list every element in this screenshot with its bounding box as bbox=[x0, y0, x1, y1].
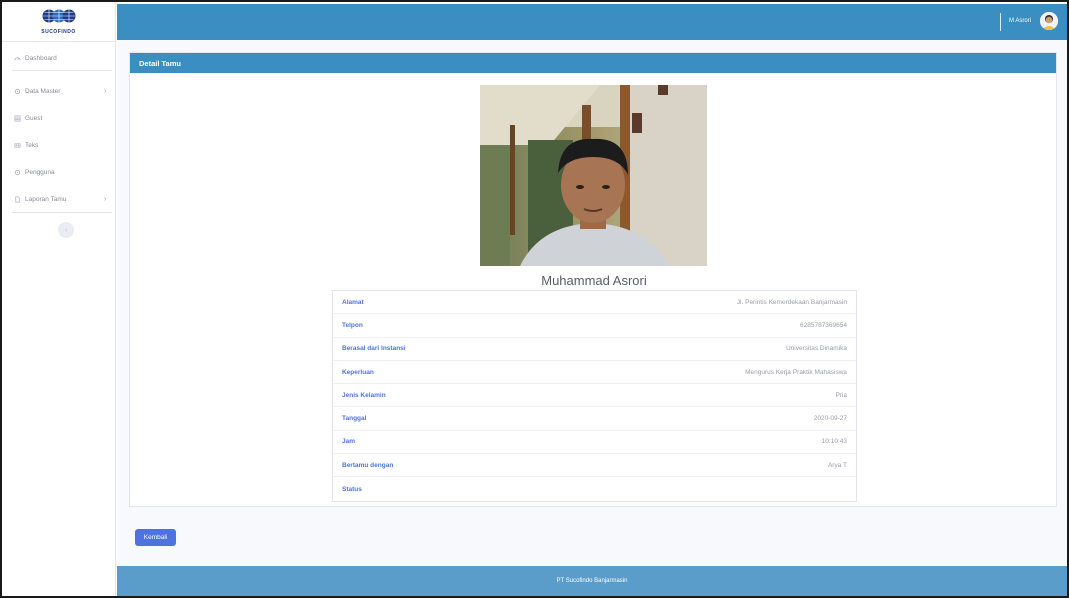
detail-value: 6285787369654 bbox=[800, 321, 847, 329]
footer: PT Sucofindo Banjarmasin bbox=[117, 566, 1067, 596]
sidebar-item-label: Laporan Tamu bbox=[25, 195, 67, 203]
sidebar-item-label: Data Master bbox=[25, 87, 61, 95]
gauge-icon bbox=[14, 56, 21, 60]
table-row: Jenis Kelamin Pria bbox=[333, 384, 856, 408]
sidebar-item-teks[interactable]: Teks bbox=[2, 136, 116, 154]
sidebar-item-label: Guest bbox=[25, 114, 43, 122]
table-row: Telpon 6285787369654 bbox=[333, 314, 856, 338]
detail-label: Keperluan bbox=[342, 368, 374, 376]
cog-icon bbox=[14, 88, 21, 94]
main-content: Detail Tamu Muhammad Asrori Alamat Jl. P… bbox=[117, 40, 1067, 566]
sidebar-item-guest[interactable]: Guest bbox=[2, 109, 116, 127]
guest-photo bbox=[480, 85, 707, 266]
detail-value: Pria bbox=[835, 391, 847, 399]
topbar-divider bbox=[1000, 13, 1001, 31]
detail-value: Universitas Dinamika bbox=[785, 345, 847, 353]
guest-detail-table: Alamat Jl. Perintis Kemerdekaan Banjarma… bbox=[332, 290, 857, 502]
chevron-right-icon: › bbox=[104, 195, 107, 203]
sidebar-item-dashboard[interactable]: Dashboard bbox=[2, 49, 116, 67]
detail-value: 10:10:43 bbox=[821, 438, 847, 446]
detail-value: Mengurus Kerja Praktik Mahasiswa bbox=[745, 368, 847, 376]
detail-label: Jenis Kelamin bbox=[342, 391, 386, 399]
table-row: Jam 10:10:43 bbox=[333, 431, 856, 455]
detail-label: Alamat bbox=[342, 298, 364, 306]
file-icon bbox=[15, 196, 21, 202]
footer-text: PT Sucofindo Banjarmasin bbox=[556, 578, 628, 584]
guest-photo-image bbox=[480, 85, 707, 266]
table-row: Status bbox=[333, 477, 856, 500]
cog-icon bbox=[14, 169, 21, 175]
sidebar-item-label: Dashboard bbox=[25, 54, 57, 62]
detail-card: Detail Tamu Muhammad Asrori Alamat Jl. P… bbox=[129, 52, 1057, 507]
sidebar-item-label: Pengguna bbox=[25, 168, 55, 176]
sidebar-item-laporan-tamu[interactable]: Laporan Tamu › bbox=[2, 190, 116, 208]
brand-logo[interactable]: SUCOFINDO bbox=[2, 2, 115, 42]
table-icon bbox=[14, 115, 21, 121]
sidebar-item-pengguna[interactable]: Pengguna bbox=[2, 163, 116, 181]
detail-value: 2020-09-27 bbox=[813, 415, 847, 423]
table-row: Tanggal 2020-09-27 bbox=[333, 407, 856, 431]
user-avatar-icon bbox=[1040, 12, 1058, 30]
table-icon bbox=[14, 142, 21, 148]
user-name[interactable]: M Asrori bbox=[1009, 18, 1031, 24]
sidebar: SUCOFINDO Dashboard Data Master › Guest … bbox=[2, 2, 116, 596]
table-row: Keperluan Mengurus Kerja Praktik Mahasis… bbox=[333, 361, 856, 385]
detail-value: Jl. Perintis Kemerdekaan Banjarmasin bbox=[736, 298, 847, 306]
brand-name: SUCOFINDO bbox=[41, 29, 76, 35]
table-row: Berasal dari Instansi Universitas Dinami… bbox=[333, 338, 856, 361]
table-row: Alamat Jl. Perintis Kemerdekaan Banjarma… bbox=[333, 291, 856, 315]
detail-label: Jam bbox=[342, 438, 356, 446]
topbar: M Asrori bbox=[117, 4, 1067, 40]
sidebar-toggle-button[interactable]: ‹ bbox=[58, 222, 74, 238]
back-button-label: Kembali bbox=[143, 534, 168, 541]
sidebar-divider bbox=[12, 212, 112, 213]
back-button[interactable]: Kembali bbox=[135, 529, 176, 546]
sidebar-divider bbox=[12, 70, 112, 71]
table-row: Bertamu dengan Arya T bbox=[333, 454, 856, 478]
guest-name: Muhammad Asrori bbox=[541, 273, 647, 288]
card-header: Detail Tamu bbox=[130, 53, 1056, 73]
detail-label: Bertamu dengan bbox=[342, 461, 394, 469]
avatar[interactable] bbox=[1040, 12, 1058, 30]
detail-value: Arya T bbox=[827, 461, 847, 469]
card-title: Detail Tamu bbox=[139, 58, 181, 68]
detail-label: Tanggal bbox=[342, 415, 367, 423]
detail-label: Berasal dari Instansi bbox=[342, 345, 406, 353]
chevron-left-icon: ‹ bbox=[64, 226, 68, 234]
sucofindo-logo-icon bbox=[42, 9, 75, 23]
detail-label: Telpon bbox=[342, 321, 363, 329]
detail-label: Status bbox=[342, 485, 362, 493]
chevron-right-icon: › bbox=[104, 87, 107, 95]
sidebar-item-data-master[interactable]: Data Master › bbox=[2, 82, 116, 100]
sidebar-item-label: Teks bbox=[25, 141, 39, 149]
